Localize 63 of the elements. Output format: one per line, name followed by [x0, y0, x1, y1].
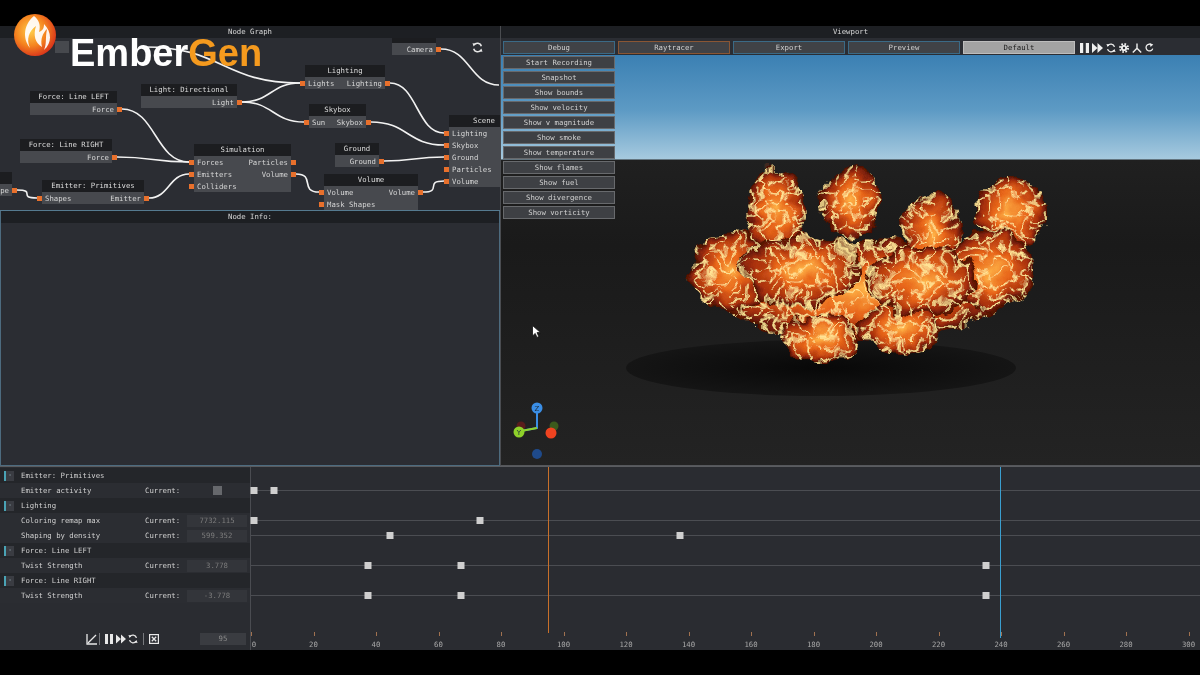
end-frame-line[interactable] [999, 467, 1001, 638]
pause-icon[interactable] [1080, 42, 1089, 53]
port-socket-icon[interactable] [304, 120, 309, 125]
keyframe-marker[interactable] [476, 517, 484, 524]
port-socket-icon[interactable] [144, 196, 149, 201]
keyframe-marker[interactable] [364, 592, 372, 599]
port-socket-icon[interactable] [444, 131, 449, 136]
keyframe-marker[interactable] [676, 532, 684, 539]
refresh-icon[interactable] [128, 634, 138, 644]
port-socket-icon[interactable] [189, 184, 194, 189]
port-socket-icon[interactable] [444, 179, 449, 184]
connection-wire [241, 101, 305, 123]
port-socket-icon[interactable] [189, 172, 194, 177]
connection-wire [383, 156, 445, 162]
redo-icon[interactable] [1145, 43, 1154, 52]
pause-icon[interactable] [105, 634, 113, 644]
port-socket-icon[interactable] [291, 160, 296, 165]
refresh-icon[interactable] [472, 42, 483, 53]
mouse-cursor-icon [532, 325, 541, 338]
port-socket-icon[interactable] [444, 167, 449, 172]
graph-node[interactable] [55, 41, 69, 53]
refresh-icon[interactable] [1106, 42, 1116, 53]
port-socket-icon[interactable] [12, 188, 17, 193]
port-socket-icon[interactable] [300, 81, 305, 86]
keyframe-marker[interactable] [386, 532, 394, 539]
connection-wire [440, 48, 500, 86]
flame-logo-icon [14, 12, 56, 56]
keyframe-marker[interactable] [250, 487, 258, 494]
keyframe-marker[interactable] [250, 517, 258, 524]
keyframe-marker[interactable] [457, 592, 465, 599]
port-socket-icon[interactable] [37, 196, 42, 201]
checkbox[interactable] [213, 486, 222, 495]
port-socket-icon[interactable] [319, 202, 324, 207]
port-socket-icon[interactable] [189, 160, 194, 165]
port-socket-icon[interactable] [237, 100, 242, 105]
curve-editor-icon[interactable] [86, 633, 97, 645]
fast-forward-icon[interactable] [1092, 42, 1103, 53]
port-socket-icon[interactable] [444, 155, 449, 160]
port-socket-icon[interactable] [379, 159, 384, 164]
settings-icon[interactable] [1119, 42, 1129, 53]
connection-wire [422, 180, 445, 193]
port-socket-icon[interactable] [444, 143, 449, 148]
keyframe-marker[interactable] [270, 487, 278, 494]
close-icon[interactable] [149, 634, 159, 644]
keyframe-marker[interactable] [982, 562, 989, 569]
playhead-line[interactable] [548, 467, 550, 633]
port-socket-icon[interactable] [385, 81, 390, 86]
connection-wire [295, 173, 320, 193]
keyframe-marker[interactable] [364, 562, 372, 569]
port-socket-icon[interactable] [291, 172, 296, 177]
port-socket-icon[interactable] [418, 190, 423, 195]
port-socket-icon[interactable] [112, 155, 117, 160]
connection-wire [148, 173, 190, 199]
port-socket-icon[interactable] [366, 120, 371, 125]
fast-forward-icon[interactable] [116, 634, 126, 644]
port-socket-icon[interactable] [436, 47, 441, 52]
logo-wordmark: EmberGen [70, 39, 263, 67]
axes-icon[interactable] [1132, 42, 1142, 53]
port-socket-icon[interactable] [319, 190, 324, 195]
keyframe-marker[interactable] [457, 562, 465, 569]
connection-wire [16, 189, 38, 199]
keyframe-marker[interactable] [982, 592, 989, 599]
port-socket-icon[interactable] [117, 107, 122, 112]
